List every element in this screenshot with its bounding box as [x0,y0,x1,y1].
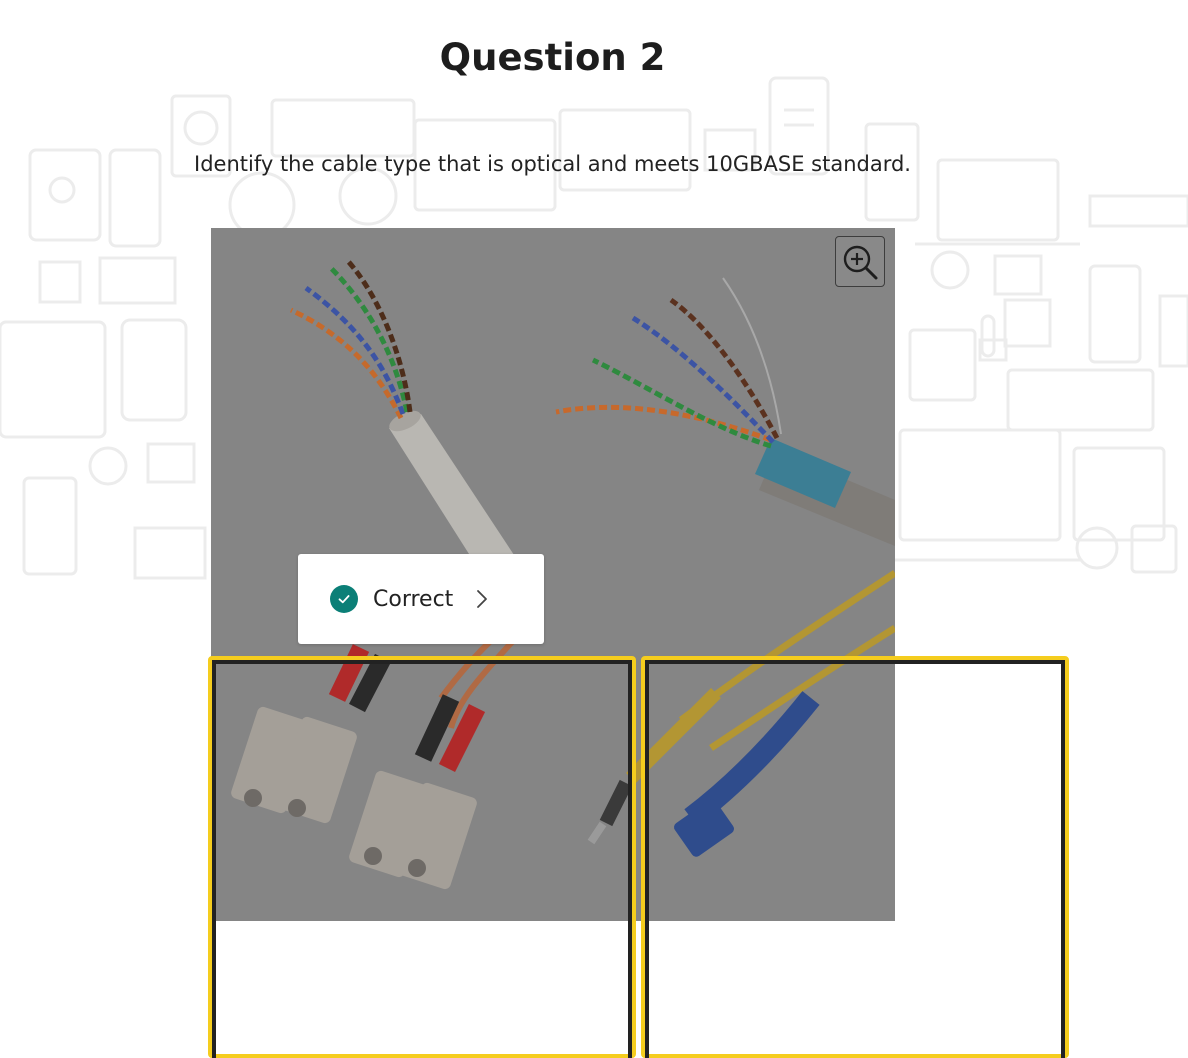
chevron-right-icon [475,588,489,610]
feedback-label: Correct [373,586,454,612]
question-title: Question 2 [439,36,666,79]
hotspot-inner-border [212,660,632,1058]
hotspot-sc-single-connector[interactable] [641,656,1069,1058]
zoom-in-icon [843,245,878,279]
zoom-button[interactable] [835,236,885,287]
hotspot-inner-border [645,660,1065,1058]
hotspot-sc-duplex-connectors[interactable] [208,656,636,1058]
question-prompt: Identify the cable type that is optical … [194,152,911,176]
feedback-popup[interactable]: Correct [298,554,544,644]
check-circle-icon [330,585,358,613]
